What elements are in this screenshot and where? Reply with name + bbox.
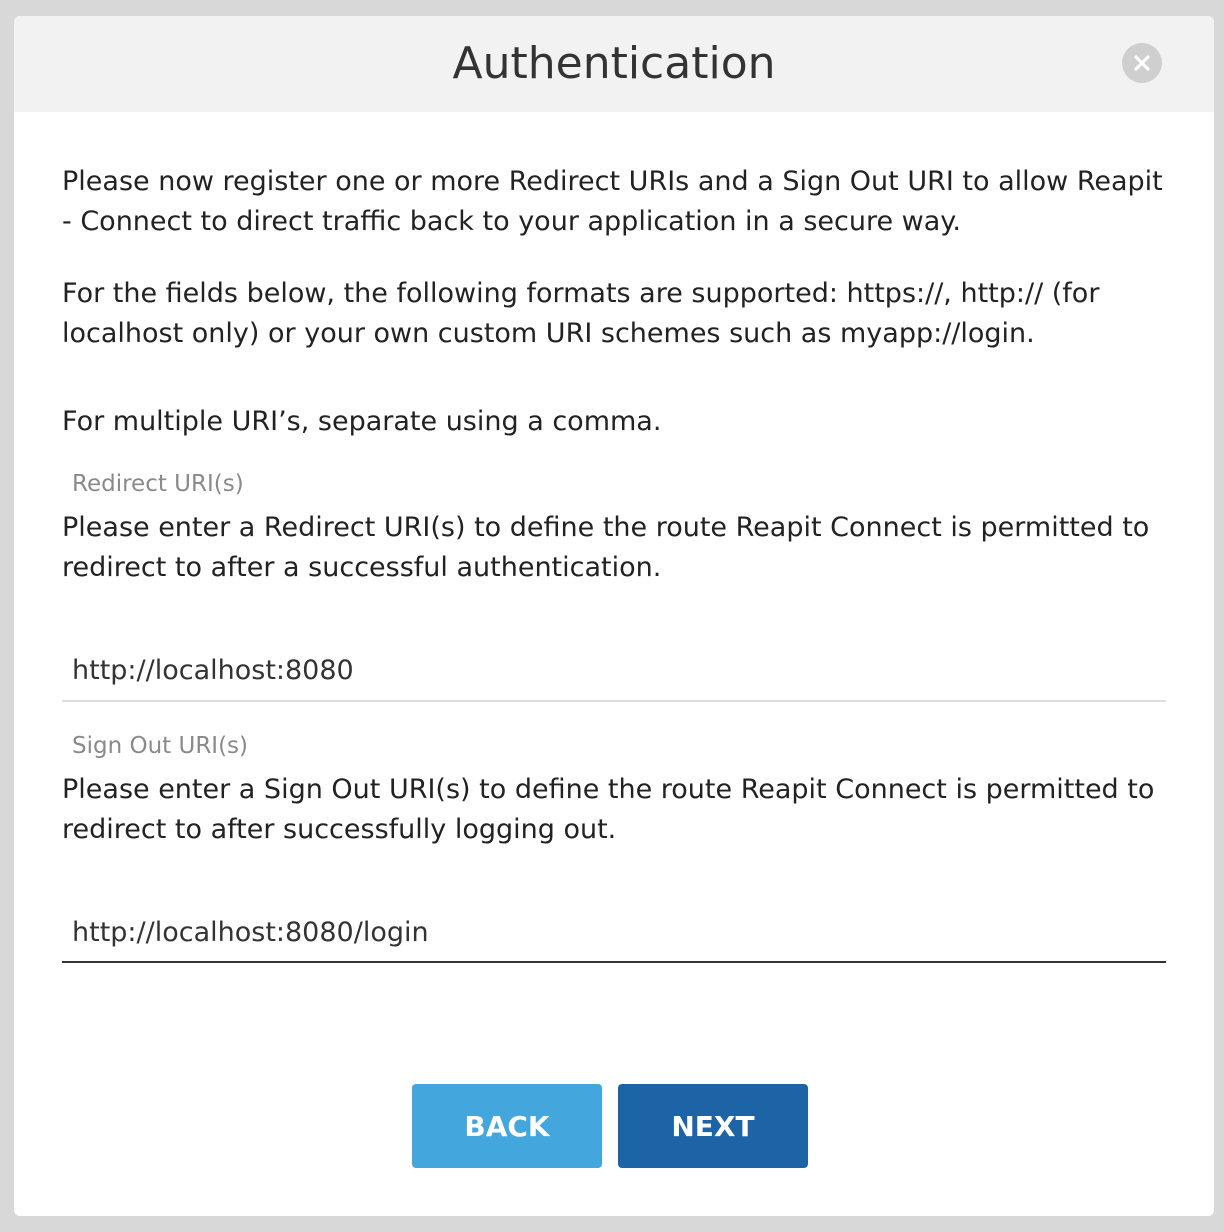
signout-uri-label: Sign Out URI(s) <box>72 733 249 759</box>
intro-paragraph-3: For multiple URI’s, separate using a com… <box>62 406 662 437</box>
intro-paragraph-2: For the fields below, the following form… <box>62 278 1100 349</box>
close-icon <box>1134 55 1150 71</box>
signout-uri-description: Please enter a Sign Out URI(s) to define… <box>62 774 1155 845</box>
redirect-uri-label: Redirect URI(s) <box>72 471 244 497</box>
signout-uri-input[interactable] <box>62 907 1166 957</box>
signout-uri-underline <box>62 961 1166 963</box>
dialog-header: Authentication <box>14 16 1214 112</box>
redirect-uri-input[interactable] <box>62 645 1166 695</box>
intro-paragraph-1: Please now register one or more Redirect… <box>62 166 1163 237</box>
authentication-dialog: Authentication Please now register one o… <box>14 16 1214 1216</box>
redirect-uri-underline <box>62 700 1166 702</box>
close-button[interactable] <box>1122 43 1162 83</box>
redirect-uri-description: Please enter a Redirect URI(s) to define… <box>62 512 1150 583</box>
next-button[interactable]: NEXT <box>618 1084 808 1168</box>
dialog-title: Authentication <box>452 38 776 89</box>
back-button[interactable]: BACK <box>412 1084 602 1168</box>
